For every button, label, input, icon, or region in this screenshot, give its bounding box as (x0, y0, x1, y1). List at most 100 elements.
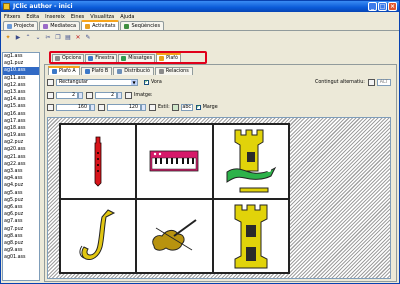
title-bar: JClic author - inici _ □ × (1, 1, 399, 12)
list-item[interactable]: ag13.ass (3, 89, 39, 96)
list-item[interactable]: ag14.ass (3, 96, 39, 103)
move-up-icon[interactable]: ⌃ (24, 33, 32, 41)
tab-activitats[interactable]: Activitats (81, 20, 120, 30)
shape-icon (47, 79, 54, 86)
saxophone-icon (79, 209, 116, 260)
cols-stepper[interactable] (117, 92, 122, 99)
tab-relacions[interactable]: Relacions (154, 67, 193, 75)
list-item[interactable]: ag1.puz (3, 60, 39, 67)
list-item[interactable]: ag01.ass (3, 254, 39, 261)
menu-fitxers[interactable]: Fitxers (4, 14, 20, 20)
list-item[interactable]: ag1.ass (3, 53, 39, 60)
style-icon (149, 104, 156, 111)
menu-ajuda[interactable]: Ajuda (120, 14, 134, 20)
new-activity-icon[interactable]: ✦ (4, 33, 12, 41)
cut-icon[interactable]: ✂ (44, 33, 52, 41)
width-icon (47, 104, 54, 111)
chevron-down-icon: ▼ (131, 80, 137, 85)
relations-icon (158, 69, 164, 74)
activity-list[interactable]: ag1.ass ag1.puz ag10.ass ag11.ass ag12.ass ag… (2, 52, 40, 281)
list-item[interactable]: ag8.ass (3, 233, 39, 240)
tab-projecte[interactable]: Projecte (3, 21, 39, 30)
tab-plafo-b[interactable]: Plafó B (80, 67, 113, 75)
cols-icon (86, 92, 93, 99)
menu-bar: Fitxers Edita Insereix Eines Visualitza … (1, 12, 399, 21)
width-field[interactable]: 160 (56, 104, 90, 111)
recorder-icon (94, 136, 102, 187)
sequences-icon (124, 23, 130, 29)
move-down-icon[interactable]: ⌄ (34, 33, 42, 41)
list-item[interactable]: ag19.ass (3, 132, 39, 139)
list-item[interactable]: ag7.puz (3, 226, 39, 233)
rename-icon[interactable]: ✎ (84, 33, 92, 41)
list-item[interactable]: ag17.ass (3, 118, 39, 125)
style-color-swatch[interactable] (171, 104, 179, 111)
cell-recorder[interactable] (60, 124, 137, 199)
list-item[interactable]: ag15.ass (3, 103, 39, 110)
close-button[interactable]: × (388, 2, 397, 11)
margin-checkbox[interactable]: ✓ (195, 105, 201, 110)
highlight-frame (49, 51, 207, 64)
list-item[interactable]: ag3.ass (3, 168, 39, 175)
shape-select[interactable]: Rectangular ▼ (56, 79, 138, 86)
delete-icon[interactable]: ✕ (74, 33, 82, 41)
list-item[interactable]: ag5.puz (3, 197, 39, 204)
tab-distribucio[interactable]: Distribució (113, 67, 154, 75)
tab-mediateca[interactable]: Mediateca (39, 21, 81, 30)
list-item[interactable]: ag6.puz (3, 211, 39, 218)
list-item[interactable]: ag22.ass (3, 161, 39, 168)
menu-eines[interactable]: Eines (71, 14, 84, 20)
list-item[interactable]: ag8.puz (3, 240, 39, 247)
border-label: Vora (151, 80, 162, 85)
rows-field[interactable]: 2 (56, 92, 78, 99)
list-item[interactable]: ag2.puz (3, 139, 39, 146)
panel-properties: Rectangular ▼ ✓ Vora Contingut alternatiu… (47, 76, 394, 117)
cell-saxophone[interactable] (60, 198, 137, 273)
cell-castle-dragon[interactable] (212, 124, 289, 199)
tab-plafo-a[interactable]: Plafó A (48, 66, 80, 75)
list-item[interactable]: ag16.ass (3, 111, 39, 118)
list-item[interactable]: ag21.ass (3, 154, 39, 161)
list-item[interactable]: ag18.ass (3, 125, 39, 132)
style-button[interactable]: abc (180, 104, 193, 111)
margin-label: Marge (202, 105, 218, 110)
border-checkbox[interactable]: ✓ (144, 80, 149, 85)
cell-castle[interactable] (212, 198, 289, 273)
minimize-button[interactable]: _ (368, 2, 377, 11)
list-item[interactable]: ag20.ass (3, 146, 39, 153)
app-icon (3, 3, 10, 10)
list-item[interactable]: ag6.ass (3, 204, 39, 211)
alt-content-checkbox[interactable] (367, 79, 375, 86)
list-item[interactable]: ag12.ass (3, 82, 39, 89)
menu-visualitza[interactable]: Visualitza (90, 14, 114, 20)
list-item[interactable]: ag5.ass (3, 190, 39, 197)
maximize-button[interactable]: □ (378, 2, 387, 11)
castle-icon (234, 204, 268, 269)
grid-icon (52, 69, 57, 74)
width-stepper[interactable] (90, 104, 95, 111)
rows-icon (47, 92, 54, 99)
panel-tabs: Plafó A Plafó B Distribució Relacions (48, 66, 194, 75)
play-icon[interactable]: ▶ (14, 33, 22, 41)
cols-field[interactable]: 2 (95, 92, 117, 99)
cell-keyboard[interactable] (136, 124, 213, 199)
list-item[interactable]: ag4.ass (3, 175, 39, 182)
copy-icon[interactable]: ❐ (54, 33, 62, 41)
board-grid (59, 123, 290, 274)
menu-edita[interactable]: Edita (26, 14, 39, 20)
list-item[interactable]: ag4.puz (3, 182, 39, 189)
list-item[interactable]: ag11.ass (3, 75, 39, 82)
list-item[interactable]: ag7.ass (3, 218, 39, 225)
height-field[interactable]: 120 (107, 104, 141, 111)
cell-violin[interactable] (136, 198, 213, 273)
list-item[interactable]: ag9.ass (3, 247, 39, 254)
menu-insereix[interactable]: Insereix (45, 14, 65, 20)
paste-icon[interactable]: ▤ (64, 33, 72, 41)
alt-content-button[interactable]: ALT (376, 79, 391, 86)
height-stepper[interactable] (141, 104, 146, 111)
window-title: JClic author - inici (13, 3, 73, 10)
violin-icon (152, 218, 198, 251)
list-item[interactable]: ag10.ass (3, 67, 39, 75)
rows-stepper[interactable] (78, 92, 83, 99)
tab-sequencies[interactable]: Seqüències (120, 21, 165, 30)
